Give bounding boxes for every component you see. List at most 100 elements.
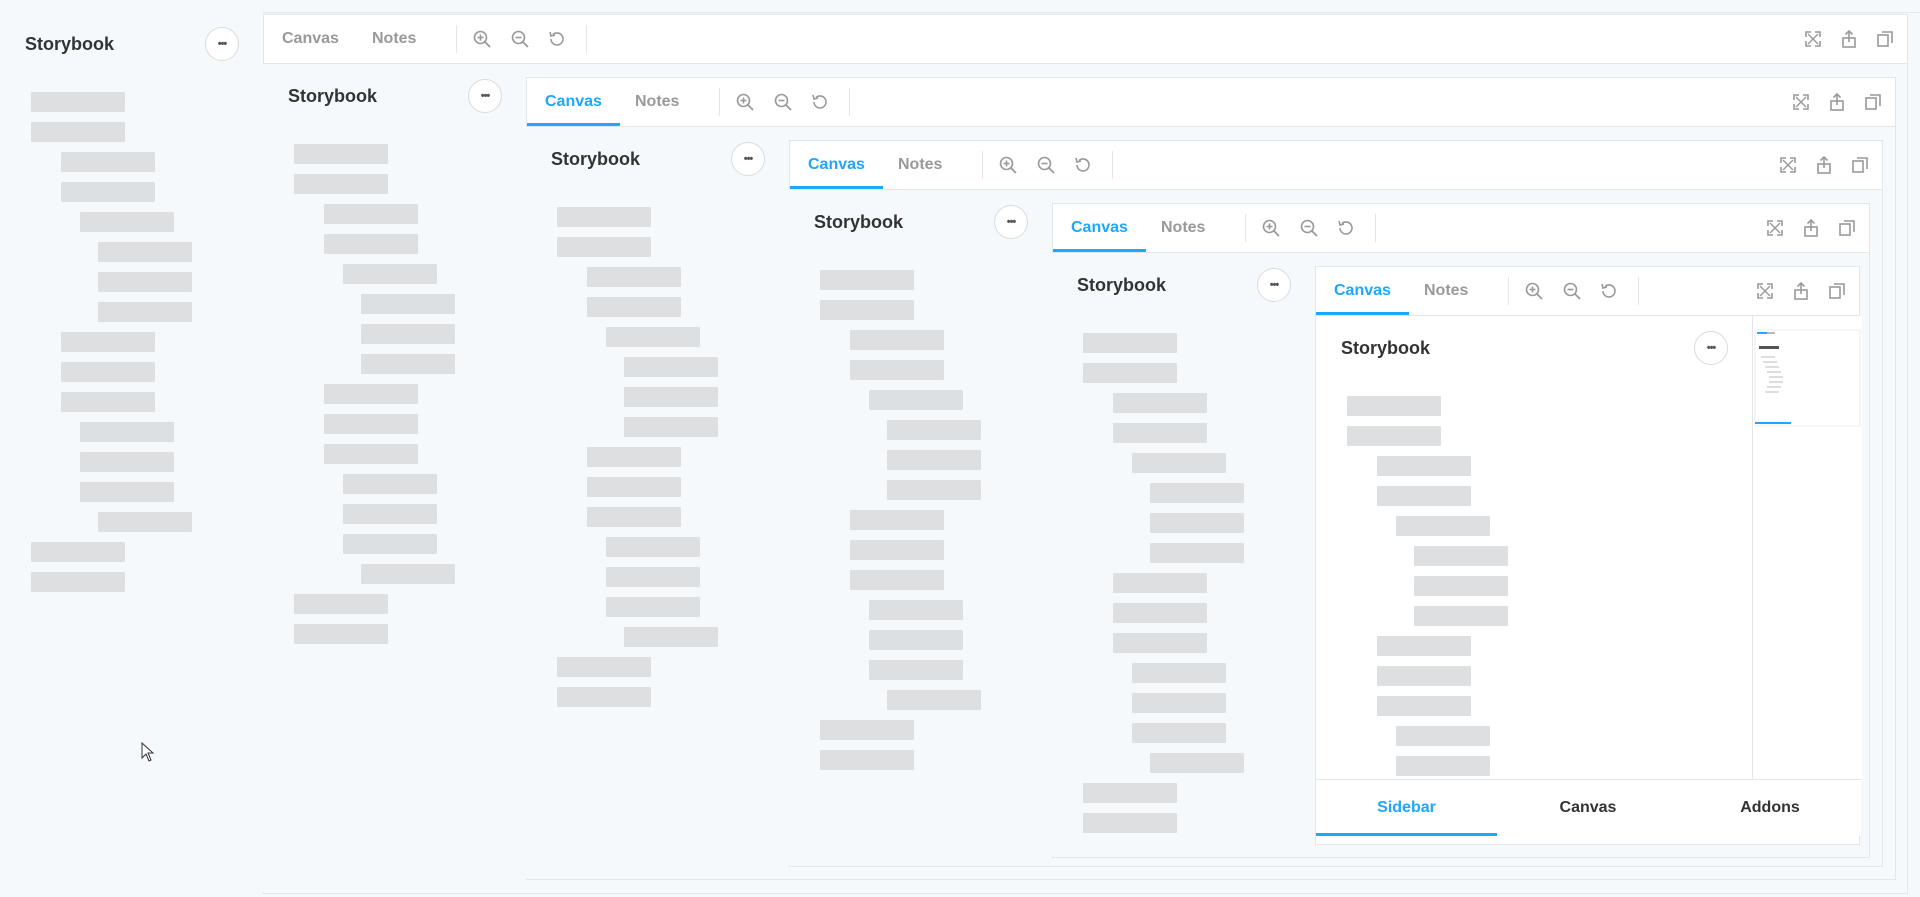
sidebar-title: Storybook xyxy=(1077,275,1167,295)
loading-placeholder xyxy=(343,474,437,494)
nav-sidebar[interactable]: Sidebar xyxy=(1316,780,1497,836)
reset-zoom-icon[interactable] xyxy=(810,92,830,112)
loading-placeholder xyxy=(343,534,437,554)
fullscreen-icon[interactable] xyxy=(1765,218,1785,238)
tab-notes[interactable]: Notes xyxy=(1161,204,1205,252)
loading-placeholder xyxy=(1396,756,1490,776)
share-icon[interactable] xyxy=(1814,155,1834,175)
sidebar: Storybook ••• xyxy=(789,190,1052,865)
loading-placeholder xyxy=(324,204,418,224)
loading-placeholder xyxy=(887,450,981,470)
tab-notes[interactable]: Notes xyxy=(635,78,679,126)
loading-placeholder xyxy=(61,362,155,382)
reset-zoom-icon[interactable] xyxy=(1599,281,1619,301)
loading-placeholder xyxy=(1347,396,1441,416)
tab-notes[interactable]: Notes xyxy=(898,141,942,189)
loading-placeholder xyxy=(1083,333,1177,353)
sidebar: Storybook ••• xyxy=(1316,316,1752,779)
share-icon[interactable] xyxy=(1827,92,1847,112)
loading-placeholder xyxy=(324,234,418,254)
sidebar-title: Storybook xyxy=(288,86,378,106)
tab-notes[interactable]: Notes xyxy=(372,15,416,63)
bottom-navigation: Sidebar Canvas Addons xyxy=(1316,779,1861,836)
loading-placeholder xyxy=(624,387,718,407)
reset-zoom-icon[interactable] xyxy=(1336,218,1356,238)
loading-placeholder xyxy=(1396,726,1490,746)
zoom-in-icon[interactable] xyxy=(472,29,492,49)
copy-icon[interactable] xyxy=(1863,92,1883,112)
loading-placeholder xyxy=(1083,813,1177,833)
loading-placeholder xyxy=(587,267,681,287)
loading-placeholder xyxy=(361,324,455,344)
zoom-in-icon[interactable] xyxy=(1261,218,1281,238)
tab-canvas[interactable]: Canvas xyxy=(1053,204,1146,252)
loading-placeholder xyxy=(606,567,700,587)
toolbar-divider xyxy=(719,88,720,116)
loading-placeholder xyxy=(61,392,155,412)
tab-canvas[interactable]: Canvas xyxy=(790,141,883,189)
loading-placeholder xyxy=(31,572,125,592)
loading-placeholder xyxy=(1377,666,1471,686)
preview-panel: Canvas Notes Storybook ••• Sidebar Canvas Addo… xyxy=(1315,266,1862,845)
share-icon[interactable] xyxy=(1791,281,1811,301)
loading-placeholder xyxy=(1396,516,1490,536)
reset-zoom-icon[interactable] xyxy=(547,29,567,49)
copy-icon[interactable] xyxy=(1850,155,1870,175)
loading-placeholder xyxy=(80,422,174,442)
toolbar-divider xyxy=(1112,151,1113,179)
sidebar-menu-button[interactable]: ••• xyxy=(994,205,1028,239)
zoom-in-icon[interactable] xyxy=(998,155,1018,175)
sidebar-menu-button[interactable]: ••• xyxy=(1257,268,1291,302)
loading-placeholder xyxy=(31,542,125,562)
loading-placeholder xyxy=(61,152,155,172)
zoom-in-icon[interactable] xyxy=(735,92,755,112)
share-icon[interactable] xyxy=(1839,29,1859,49)
reset-zoom-icon[interactable] xyxy=(1073,155,1093,175)
sidebar-menu-button[interactable]: ••• xyxy=(731,142,765,176)
loading-placeholder xyxy=(557,657,651,677)
sidebar: Storybook ••• xyxy=(263,64,526,892)
fullscreen-icon[interactable] xyxy=(1778,155,1798,175)
copy-icon[interactable] xyxy=(1827,281,1847,301)
toolbar-divider xyxy=(1245,214,1246,242)
copy-icon[interactable] xyxy=(1875,29,1895,49)
tab-canvas[interactable]: Canvas xyxy=(282,15,339,63)
copy-icon[interactable] xyxy=(1837,218,1857,238)
tab-canvas[interactable]: Canvas xyxy=(527,78,620,126)
loading-placeholder xyxy=(850,360,944,380)
sidebar-menu-button[interactable]: ••• xyxy=(468,79,502,113)
loading-placeholder xyxy=(31,122,125,142)
fullscreen-icon[interactable] xyxy=(1803,29,1823,49)
zoom-out-icon[interactable] xyxy=(773,92,793,112)
loading-placeholder xyxy=(624,627,718,647)
sidebar-title: Storybook xyxy=(551,149,641,169)
loading-placeholder xyxy=(606,537,700,557)
loading-placeholder xyxy=(1083,783,1177,803)
tab-notes[interactable]: Notes xyxy=(1424,267,1468,315)
sidebar-menu-button[interactable]: ••• xyxy=(1694,331,1728,365)
zoom-out-icon[interactable] xyxy=(1036,155,1056,175)
loading-placeholder xyxy=(869,600,963,620)
loading-placeholder xyxy=(1113,633,1207,653)
loading-placeholder xyxy=(343,264,437,284)
canvas-toolbar: Canvas Notes xyxy=(790,141,1882,190)
fullscreen-icon[interactable] xyxy=(1755,281,1775,301)
zoom-out-icon[interactable] xyxy=(510,29,530,49)
canvas-toolbar: Canvas Notes xyxy=(1316,267,1859,316)
loading-placeholder xyxy=(557,207,651,227)
mouse-cursor xyxy=(141,741,155,767)
zoom-out-icon[interactable] xyxy=(1562,281,1582,301)
share-icon[interactable] xyxy=(1801,218,1821,238)
sidebar-menu-button[interactable]: ••• xyxy=(205,27,239,61)
nav-addons[interactable]: Addons xyxy=(1679,780,1861,836)
loading-placeholder xyxy=(324,384,418,404)
loading-placeholder xyxy=(294,174,388,194)
loading-placeholder xyxy=(80,212,174,232)
loading-placeholder xyxy=(606,327,700,347)
zoom-in-icon[interactable] xyxy=(1524,281,1544,301)
loading-placeholder xyxy=(587,477,681,497)
fullscreen-icon[interactable] xyxy=(1791,92,1811,112)
nav-canvas[interactable]: Canvas xyxy=(1497,780,1679,836)
tab-canvas[interactable]: Canvas xyxy=(1316,267,1409,315)
zoom-out-icon[interactable] xyxy=(1299,218,1319,238)
